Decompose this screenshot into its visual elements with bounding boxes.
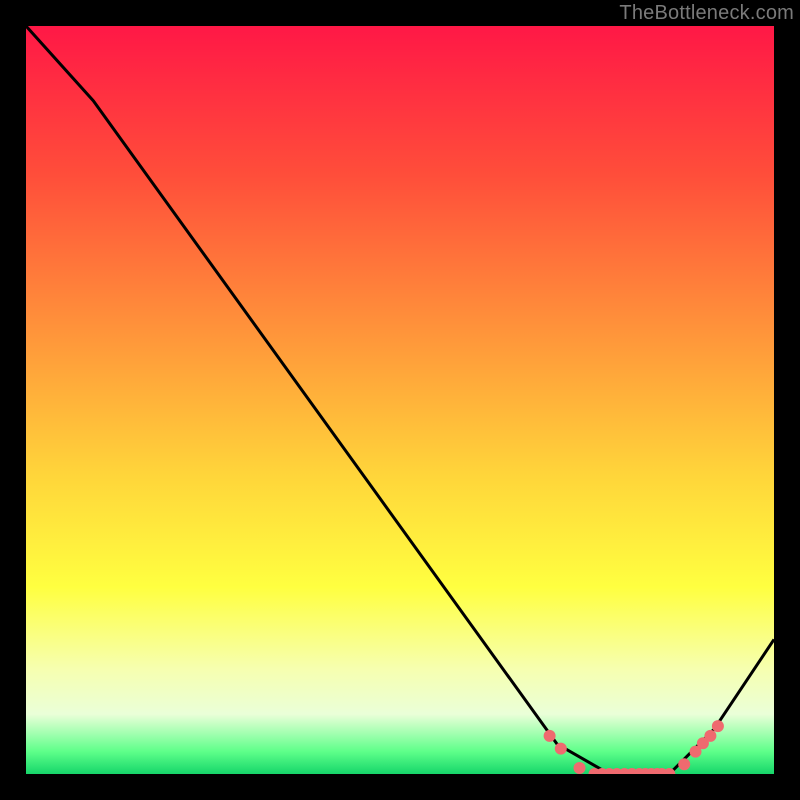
curve-marker [678, 758, 690, 770]
chart-container: TheBottleneck.com [0, 0, 800, 800]
curve-marker [555, 743, 567, 755]
plot-area [26, 26, 774, 774]
curve-marker [712, 720, 724, 732]
curve-marker [544, 730, 556, 742]
chart-svg [26, 26, 774, 774]
gradient-background [26, 26, 774, 774]
attribution-label: TheBottleneck.com [619, 2, 794, 25]
curve-marker [574, 762, 586, 774]
curve-marker [704, 730, 716, 742]
